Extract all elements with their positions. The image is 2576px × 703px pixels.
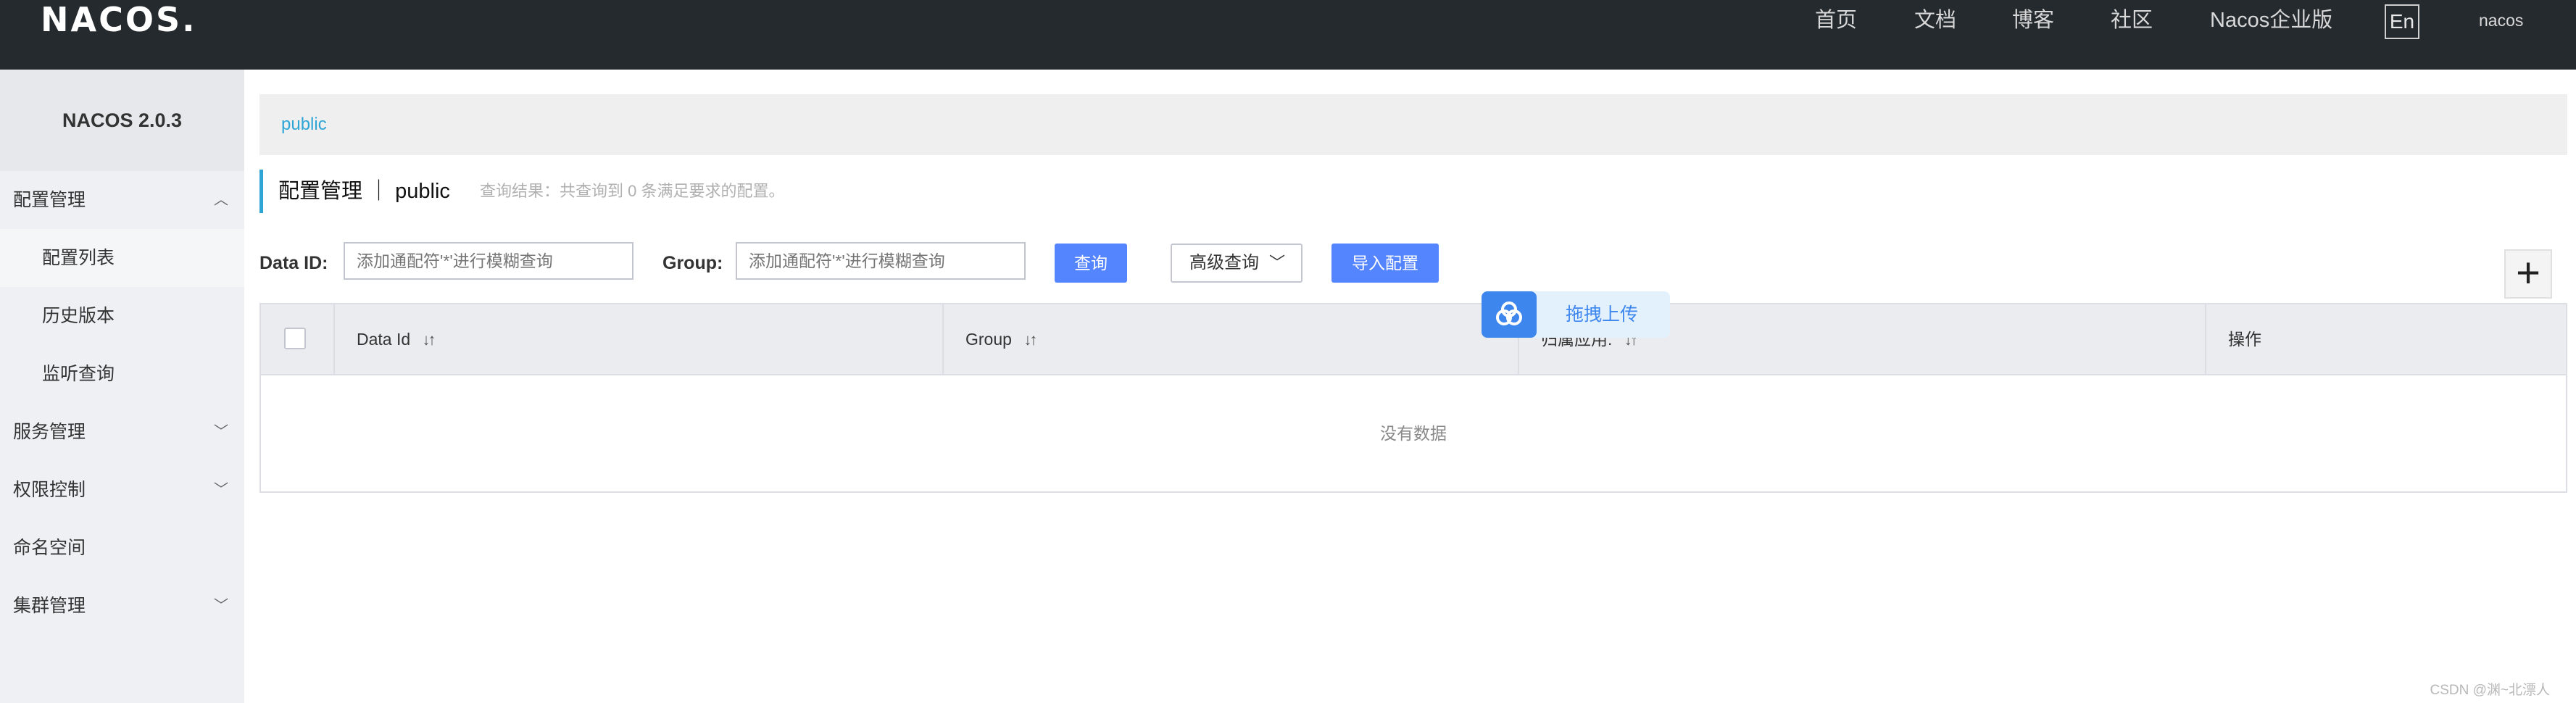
chevron-up-icon: ︿	[214, 192, 228, 208]
page-title: 配置管理 ｜ public	[278, 180, 450, 203]
nav-docs-link[interactable]: 文档	[1914, 7, 1956, 33]
advanced-query-button[interactable]: 高级查询 ﹀	[1171, 244, 1302, 283]
sidebar-item-config-list[interactable]: 配置列表	[0, 229, 244, 287]
sidebar-item-label: 监听查询	[42, 364, 115, 384]
sidebar-item-access-control[interactable]: 权限控制 ﹀	[0, 461, 244, 519]
column-header-group[interactable]: Group ↓↑	[942, 304, 1518, 374]
group-label: Group:	[662, 253, 723, 273]
sidebar-title: NACOS 2.0.3	[0, 70, 244, 171]
language-switch-button[interactable]: En	[2385, 4, 2419, 39]
nav-home-link[interactable]: 首页	[1815, 7, 1857, 33]
select-all-checkbox[interactable]	[284, 328, 306, 349]
column-label: Group	[965, 330, 1012, 349]
plus-icon: +	[2516, 249, 2540, 296]
nav-community-link[interactable]: 社区	[2111, 7, 2153, 33]
cloud-upload-icon	[1482, 291, 1537, 338]
namespace-link-public[interactable]: public	[281, 94, 327, 155]
sidebar-item-namespace[interactable]: 命名空间	[0, 519, 244, 577]
query-result-text: 查询结果：共查询到 0 条满足要求的配置。	[480, 182, 785, 200]
add-config-button[interactable]: +	[2504, 249, 2552, 299]
sort-icon[interactable]: ↓↑	[1023, 330, 1037, 349]
sidebar-item-label: 权限控制	[13, 480, 86, 500]
nacos-logo[interactable]: NACOS.	[41, 0, 197, 39]
sidebar-item-label: 集群管理	[13, 596, 86, 616]
sidebar-item-label: 命名空间	[13, 538, 86, 558]
group-input[interactable]	[736, 242, 1026, 280]
column-label: Data Id	[357, 330, 411, 349]
title-accent-bar	[259, 170, 263, 213]
sidebar-item-label: 配置管理	[13, 190, 86, 210]
nav-enterprise-link[interactable]: Nacos企业版	[2210, 7, 2332, 33]
sort-icon[interactable]: ↓↑	[423, 330, 436, 349]
table-header: Data Id ↓↑ Group ↓↑ 归属应用: ↓↑ 操作	[261, 304, 2566, 375]
drag-upload-label: 拖拽上传	[1566, 304, 1639, 325]
advanced-query-label: 高级查询	[1189, 253, 1259, 273]
sidebar-item-cluster-management[interactable]: 集群管理 ﹀	[0, 577, 244, 635]
data-id-label: Data ID:	[259, 253, 328, 273]
column-header-actions: 操作	[2205, 304, 2566, 374]
drag-upload-widget[interactable]: 拖拽上传	[1482, 291, 1670, 338]
query-button[interactable]: 查询	[1055, 244, 1127, 283]
top-navbar: NACOS. 首页 文档 博客 社区 Nacos企业版 En nacos	[0, 0, 2576, 70]
sidebar-item-label: 历史版本	[42, 306, 115, 326]
sidebar-item-config-management[interactable]: 配置管理 ︿	[0, 171, 244, 229]
chevron-down-icon: ﹀	[214, 482, 228, 498]
sidebar-item-service-management[interactable]: 服务管理 ﹀	[0, 403, 244, 461]
chevron-down-icon: ﹀	[214, 424, 228, 440]
nav-blog-link[interactable]: 博客	[2012, 7, 2054, 33]
sidebar: NACOS 2.0.3 配置管理 ︿ 配置列表 历史版本 监听查询 服务管理 ﹀…	[0, 70, 244, 703]
page-header: 配置管理 ｜ public 查询结果：共查询到 0 条满足要求的配置。	[259, 170, 2567, 213]
select-all-cell	[261, 304, 333, 374]
sidebar-item-listener-query[interactable]: 监听查询	[0, 345, 244, 403]
sidebar-item-label: 服务管理	[13, 422, 86, 442]
sidebar-item-history[interactable]: 历史版本	[0, 287, 244, 345]
config-table: Data Id ↓↑ Group ↓↑ 归属应用: ↓↑ 操作 没有数据	[259, 303, 2567, 493]
namespace-bar: public	[259, 94, 2567, 155]
column-label: 操作	[2228, 330, 2261, 349]
sidebar-item-label: 配置列表	[42, 248, 115, 268]
column-header-data-id[interactable]: Data Id ↓↑	[333, 304, 942, 374]
watermark: CSDN @渊~北漂人	[2430, 683, 2551, 698]
data-id-input[interactable]	[344, 242, 633, 280]
chevron-down-icon: ﹀	[1268, 254, 1285, 272]
chevron-down-icon: ﹀	[214, 598, 228, 614]
user-menu[interactable]: nacos	[2479, 10, 2523, 30]
empty-state-text: 没有数据	[1380, 424, 1447, 443]
import-config-button[interactable]: 导入配置	[1331, 244, 1439, 283]
